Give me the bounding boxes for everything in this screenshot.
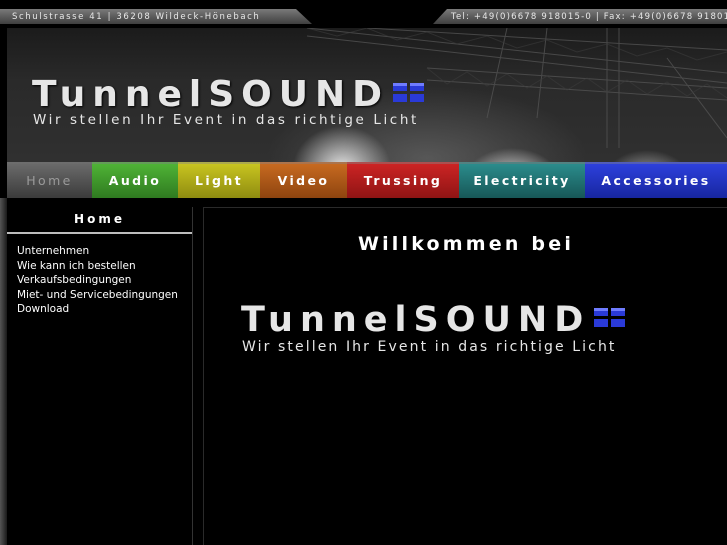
- sidebar-item-download[interactable]: Download: [17, 302, 192, 317]
- logo-mark-icon: [594, 308, 626, 327]
- nav-light[interactable]: Light: [178, 162, 260, 198]
- banner-slogan: Wir stellen Ihr Event in das richtige Li…: [33, 112, 419, 128]
- sidebar-item-servicebedingungen[interactable]: Miet- und Servicebedingungen: [17, 288, 192, 303]
- nav-accessories[interactable]: Accessories: [585, 162, 727, 198]
- main-content: Willkommen bei TunnelSOUND Wir stellen I…: [203, 207, 727, 545]
- logo-mark-icon: [393, 83, 425, 102]
- page-edge: [0, 198, 7, 545]
- phone-fax-text: Tel: +49(0)6678 918015-0 | Fax: +49(0)66…: [433, 9, 727, 24]
- main-navigation: Home Audio Light Video Trussing Electric…: [7, 162, 727, 198]
- nav-video[interactable]: Video: [260, 162, 347, 198]
- sidebar: Home Unternehmen Wie kann ich bestellen …: [7, 207, 193, 545]
- content-logo-text: TunnelSOUND: [241, 300, 591, 340]
- sidebar-item-bestellen[interactable]: Wie kann ich bestellen: [17, 259, 192, 274]
- sidebar-item-unternehmen[interactable]: Unternehmen: [17, 244, 192, 259]
- nav-electricity[interactable]: Electricity: [459, 162, 585, 198]
- sidebar-menu: Unternehmen Wie kann ich bestellen Verka…: [7, 244, 192, 317]
- nav-audio[interactable]: Audio: [92, 162, 178, 198]
- welcome-heading: Willkommen bei: [357, 233, 575, 255]
- content-slogan: Wir stellen Ihr Event in das richtige Li…: [242, 339, 617, 355]
- header-banner: TunnelSOUND Wir stellen Ihr Event in das…: [7, 28, 727, 162]
- address-text: Schulstrasse 41 | 36208 Wildeck-Hönebach: [0, 9, 312, 24]
- sidebar-item-verkaufsbedingungen[interactable]: Verkaufsbedingungen: [17, 273, 192, 288]
- sidebar-heading: Home: [7, 207, 192, 234]
- nav-trussing[interactable]: Trussing: [347, 162, 459, 198]
- banner-logo-text: TunnelSOUND: [32, 74, 390, 115]
- nav-home[interactable]: Home: [7, 162, 92, 198]
- top-contact-bar: Schulstrasse 41 | 36208 Wildeck-Hönebach…: [0, 0, 727, 26]
- banner-logo: TunnelSOUND: [32, 74, 425, 115]
- content-logo: TunnelSOUND: [241, 300, 626, 340]
